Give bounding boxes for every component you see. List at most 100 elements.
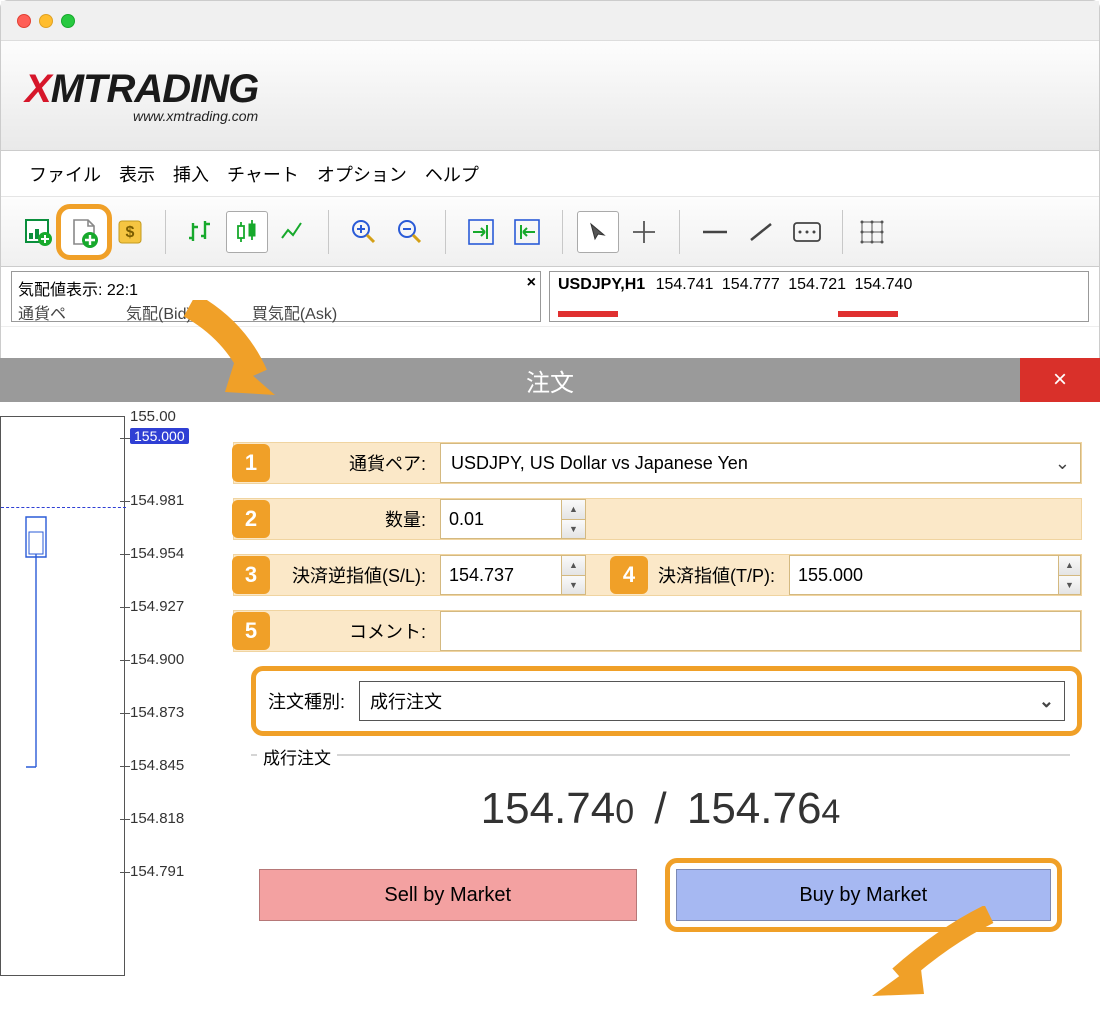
y-label: 154.818: [130, 810, 184, 827]
close-window-dot[interactable]: [17, 14, 31, 28]
spin-down-icon[interactable]: ▼: [562, 520, 585, 539]
y-label: 155.00: [130, 408, 176, 425]
order-dialog: 注文 × 155.00 155.000 154.981 154.954 154.9…: [0, 358, 1100, 978]
money-icon[interactable]: $: [109, 211, 151, 253]
spin-down-icon[interactable]: ▼: [562, 576, 585, 595]
ordertype-value: 成行注文: [370, 688, 442, 714]
menu-bar: ファイル 表示 挿入 チャート オプション ヘルプ: [1, 151, 1099, 197]
price-display: 154.740 / 154.764: [251, 784, 1070, 834]
market-section-label: 成行注文: [257, 744, 337, 769]
crosshair-icon[interactable]: [623, 211, 665, 253]
minimize-window-dot[interactable]: [39, 14, 53, 28]
shift-chart-icon[interactable]: [506, 211, 548, 253]
dialog-close-button[interactable]: ×: [1020, 358, 1100, 402]
price-sep: /: [654, 784, 666, 833]
sell-label: Sell by Market: [384, 884, 511, 907]
ohlc-h: 154.777: [722, 276, 780, 293]
market-watch-title: 気配値表示: 22:1: [18, 276, 534, 300]
toolbar: $: [1, 197, 1099, 267]
text-icon[interactable]: [786, 211, 828, 253]
menu-file[interactable]: ファイル: [25, 157, 105, 191]
chart-header: USDJPY,H1 154.741 154.777 154.721 154.74…: [549, 271, 1089, 322]
cursor-icon[interactable]: [577, 211, 619, 253]
comment-label: コメント:: [280, 618, 430, 644]
candle-chart-icon[interactable]: [226, 211, 268, 253]
pair-label: 通貨ペア:: [280, 450, 430, 476]
volume-input[interactable]: ▲▼: [440, 499, 586, 539]
new-order-icon[interactable]: [63, 211, 105, 253]
scroll-end-icon[interactable]: [460, 211, 502, 253]
chart-symbol: USDJPY,H1: [558, 276, 645, 293]
workspace-row: 気配値表示: 22:1 通貨ペ 気配(Bid) 買気配(Ask) × USDJP…: [1, 267, 1099, 327]
menu-insert[interactable]: 挿入: [169, 157, 213, 191]
comment-input[interactable]: [440, 611, 1081, 651]
y-label: 154.981: [130, 492, 184, 509]
volume-field[interactable]: [441, 500, 561, 538]
tp-field[interactable]: [790, 556, 1058, 594]
pair-value: USDJPY, US Dollar vs Japanese Yen: [451, 453, 748, 474]
y-label: 154.900: [130, 651, 184, 668]
step-badge-2: 2: [232, 500, 270, 538]
brand-bar: XMTRADING www.xmtrading.com: [1, 41, 1099, 151]
y-label: 154.954: [130, 545, 184, 562]
dialog-titlebar: 注文 ×: [0, 358, 1100, 402]
bid-price: 154.74: [481, 784, 616, 833]
spin-up-icon[interactable]: ▲: [1059, 556, 1080, 576]
ordertype-highlight: 注文種別: 成行注文 ⌄: [251, 666, 1082, 736]
spin-down-icon[interactable]: ▼: [1059, 576, 1080, 595]
y-label: 154.873: [130, 704, 184, 721]
close-icon: ×: [1053, 366, 1067, 394]
spin-up-icon[interactable]: ▲: [562, 556, 585, 576]
annotation-arrow-icon: [854, 906, 1004, 1016]
col-pair: 通貨ペ: [18, 300, 66, 324]
ask-price-dec: 4: [821, 793, 840, 831]
bar-chart-icon[interactable]: [180, 211, 222, 253]
step-badge-1: 1: [232, 444, 270, 482]
chevron-down-icon: ⌄: [1055, 453, 1070, 474]
sell-button[interactable]: Sell by Market: [259, 869, 637, 921]
step-badge-4: 4: [610, 556, 648, 594]
price-badge: 155.000: [130, 428, 189, 444]
sl-field[interactable]: [441, 556, 561, 594]
new-chart-icon[interactable]: [17, 211, 59, 253]
mac-titlebar: [1, 1, 1099, 41]
y-label: 154.791: [130, 863, 184, 880]
ordertype-label: 注文種別:: [268, 688, 349, 714]
mini-chart: 155.00 155.000 154.981 154.954 154.927 15…: [0, 402, 215, 978]
menu-option[interactable]: オプション: [313, 157, 411, 191]
ohlc-o: 154.741: [656, 276, 714, 293]
hline-icon[interactable]: [694, 211, 736, 253]
line-chart-icon[interactable]: [272, 211, 314, 253]
menu-chart[interactable]: チャート: [223, 157, 303, 191]
menu-view[interactable]: 表示: [115, 157, 159, 191]
tp-label: 決済指値(T/P):: [658, 562, 779, 588]
chevron-down-icon: ⌄: [1039, 691, 1054, 712]
order-form: 1 通貨ペア: USDJPY, US Dollar vs Japanese Ye…: [215, 402, 1100, 978]
ordertype-select[interactable]: 成行注文 ⌄: [359, 681, 1065, 721]
step-badge-5: 5: [232, 612, 270, 650]
ohlc-l: 154.721: [788, 276, 846, 293]
menu-help[interactable]: ヘルプ: [421, 157, 483, 191]
bid-price-dec: 0: [615, 793, 634, 831]
trendline-icon[interactable]: [740, 211, 782, 253]
dialog-title: 注文: [526, 363, 574, 398]
step-badge-3: 3: [232, 556, 270, 594]
ohlc-c: 154.740: [855, 276, 913, 293]
svg-text:$: $: [126, 224, 135, 241]
app-logo: XMTRADING: [25, 67, 258, 112]
y-label: 154.845: [130, 757, 184, 774]
close-icon[interactable]: ×: [527, 274, 536, 292]
grid-icon[interactable]: [851, 211, 893, 253]
sl-label: 決済逆指値(S/L):: [280, 562, 430, 588]
ask-price: 154.76: [687, 784, 822, 833]
spin-up-icon[interactable]: ▲: [562, 500, 585, 520]
tp-input[interactable]: ▲▼: [789, 555, 1081, 595]
pair-select[interactable]: USDJPY, US Dollar vs Japanese Yen ⌄: [440, 443, 1081, 483]
sl-input[interactable]: ▲▼: [440, 555, 586, 595]
volume-label: 数量:: [280, 506, 430, 532]
y-label: 154.927: [130, 598, 184, 615]
zoom-out-icon[interactable]: [389, 211, 431, 253]
zoom-window-dot[interactable]: [61, 14, 75, 28]
buy-label: Buy by Market: [799, 884, 927, 907]
zoom-in-icon[interactable]: [343, 211, 385, 253]
